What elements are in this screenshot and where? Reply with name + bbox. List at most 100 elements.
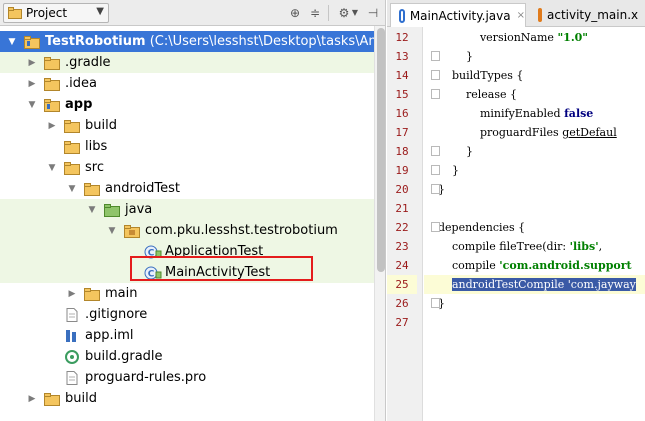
code-token: , xyxy=(598,240,603,253)
close-tab-icon[interactable]: × xyxy=(517,10,525,21)
tree-item-label: src xyxy=(85,160,104,175)
project-panel-header: Project ▼ ⊕ ≑ ⚙ ▼ ⊣ xyxy=(0,0,385,26)
fold-marker-icon[interactable] xyxy=(431,222,440,232)
code-area[interactable]: versionName "1.0" } buildTypes { release… xyxy=(424,27,645,421)
tree-item-proguard[interactable]: proguard-rules.pro xyxy=(0,367,374,388)
code-line: } xyxy=(424,142,645,161)
tab-activity-main-xml[interactable]: activity_main.x× xyxy=(530,3,645,27)
code-token: } xyxy=(438,164,459,177)
tab-mainactivity-java[interactable]: MainActivity.java × xyxy=(390,3,526,27)
line-number: 25 xyxy=(387,275,417,294)
tree-item-label: app.iml xyxy=(85,328,134,343)
tree-item-gradle-dir[interactable]: ▶ .gradle xyxy=(0,52,374,73)
globe-icon[interactable]: ⊕ xyxy=(287,5,303,21)
java-class-icon xyxy=(399,8,405,23)
code-line: } xyxy=(424,47,645,66)
expanded-arrow-icon[interactable]: ▼ xyxy=(86,204,98,216)
expanded-arrow-icon[interactable]: ▼ xyxy=(6,36,18,48)
test-folder-icon xyxy=(104,203,120,217)
folder-icon xyxy=(64,140,80,154)
tree-item-label: TestRobotium (C:\Users\lesshst\Desktop\t… xyxy=(45,34,374,49)
folder-icon xyxy=(84,182,100,196)
tree-item-src[interactable]: ▼ src xyxy=(0,157,374,178)
fold-marker-icon[interactable] xyxy=(431,51,440,61)
gradle-icon xyxy=(64,349,80,364)
tree-scrollbar[interactable] xyxy=(374,26,385,421)
tree-item-build-root[interactable]: ▶ build xyxy=(0,388,374,409)
code-token: getDefaul xyxy=(562,126,617,139)
code-line: versionName "1.0" xyxy=(424,28,645,47)
line-number: 13 xyxy=(395,50,409,63)
expanded-arrow-icon[interactable]: ▼ xyxy=(106,225,118,237)
collapse-all-icon[interactable]: ≑ xyxy=(307,5,323,21)
code-token: 'libs' xyxy=(569,240,599,253)
tree-item-gitignore[interactable]: .gitignore xyxy=(0,304,374,325)
tree-scrollbar-thumb[interactable] xyxy=(377,28,385,272)
hide-panel-icon[interactable]: ⊣ xyxy=(365,5,381,21)
file-icon xyxy=(64,370,80,385)
highlight-box xyxy=(130,256,313,281)
line-number: 14 xyxy=(395,69,409,82)
tree-item-main[interactable]: ▶ main xyxy=(0,283,374,304)
tree-item-testrobotium[interactable]: ▼ TestRobotium (C:\Users\lesshst\Desktop\… xyxy=(0,31,374,52)
fold-marker-icon[interactable] xyxy=(431,184,440,194)
module-folder-icon xyxy=(24,35,40,49)
module-folder-icon xyxy=(44,98,60,112)
fold-marker-icon[interactable] xyxy=(431,146,440,156)
tree-item-label: androidTest xyxy=(105,181,180,196)
code-token: versionName xyxy=(438,31,558,44)
tree-item-label: com.pku.lesshst.testrobotium xyxy=(145,223,338,238)
line-number: 20 xyxy=(395,183,409,196)
collapsed-arrow-icon[interactable]: ▶ xyxy=(26,393,38,405)
line-number: 24 xyxy=(395,259,409,272)
code-token: compile xyxy=(438,259,500,272)
tree-item-libs[interactable]: libs xyxy=(0,136,374,157)
line-number: 12 xyxy=(395,31,409,44)
chevron-down-icon: ▼ xyxy=(96,6,104,17)
xml-file-icon xyxy=(538,8,542,22)
folder-icon xyxy=(64,161,80,175)
line-number: 18 xyxy=(395,145,409,158)
folder-icon xyxy=(64,119,80,133)
folder-icon xyxy=(44,392,60,406)
tree-item-app[interactable]: ▼ app xyxy=(0,94,374,115)
fold-marker-icon[interactable] xyxy=(431,165,440,175)
tree-item-label: build.gradle xyxy=(85,349,163,364)
tree-item-label: build xyxy=(85,118,117,133)
tab-label: MainActivity.java xyxy=(409,8,511,23)
expanded-arrow-icon[interactable]: ▼ xyxy=(46,162,58,174)
tree-item-build-app[interactable]: ▶ build xyxy=(0,115,374,136)
expanded-arrow-icon[interactable]: ▼ xyxy=(66,183,78,195)
fold-marker-icon[interactable] xyxy=(431,89,440,99)
project-view-label: Project xyxy=(26,6,68,20)
folder-icon xyxy=(44,56,60,70)
code-token: } xyxy=(438,50,473,63)
fold-marker-icon[interactable] xyxy=(431,298,440,308)
tree-item-package[interactable]: ▼ com.pku.lesshst.testrobotium xyxy=(0,220,374,241)
collapsed-arrow-icon[interactable]: ▶ xyxy=(26,57,38,69)
code-token: compile fileTree(dir: xyxy=(438,240,570,253)
code-line: } xyxy=(424,294,645,313)
tree-item-app-iml[interactable]: app.iml xyxy=(0,325,374,346)
tree-item-java[interactable]: ▼ java xyxy=(0,199,374,220)
collapsed-arrow-icon[interactable]: ▶ xyxy=(66,288,78,300)
project-panel: Project ▼ ⊕ ≑ ⚙ ▼ ⊣ ▼ TestRobotium (C:\Us… xyxy=(0,0,386,421)
tab-label: activity_main.x xyxy=(547,8,639,22)
collapsed-arrow-icon[interactable]: ▶ xyxy=(46,120,58,132)
code-line: } xyxy=(424,180,645,199)
line-number: 15 xyxy=(395,88,409,101)
tree-item-androidtest[interactable]: ▼ androidTest xyxy=(0,178,374,199)
tree-item-build-gradle[interactable]: build.gradle xyxy=(0,346,374,367)
code-line: compile 'com.android.support xyxy=(424,256,645,275)
collapsed-arrow-icon[interactable]: ▶ xyxy=(26,78,38,90)
project-view-select[interactable]: Project ▼ xyxy=(3,3,109,23)
tree-item-label: build xyxy=(65,391,97,406)
settings-dropdown-icon[interactable]: ▼ xyxy=(350,5,360,21)
tree-item-idea[interactable]: ▶ .idea xyxy=(0,73,374,94)
code-token: proguardFiles xyxy=(438,126,563,139)
fold-marker-icon[interactable] xyxy=(431,70,440,80)
expanded-arrow-icon[interactable]: ▼ xyxy=(26,99,38,111)
